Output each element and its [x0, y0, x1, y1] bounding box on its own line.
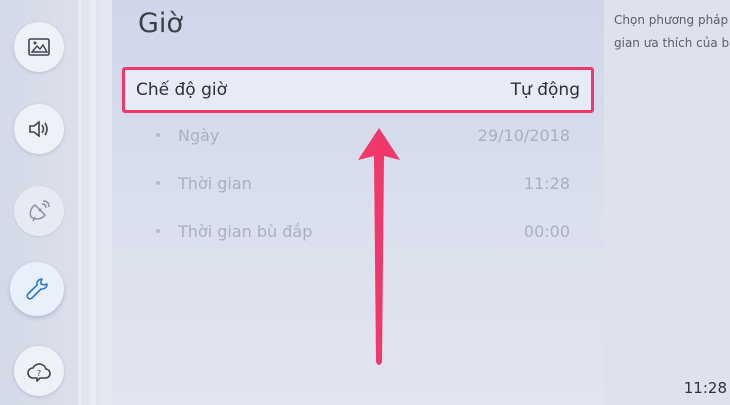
settings-rail: ?	[0, 0, 81, 405]
clock-mode-value: Tự động	[510, 80, 580, 100]
clock-mode-label: Chế độ giờ	[136, 80, 228, 100]
panel-shadow	[90, 0, 96, 405]
bullet-icon	[156, 133, 160, 137]
date-value: 29/10/2018	[477, 125, 570, 145]
wrench-icon	[26, 278, 48, 300]
help-text-line: gian ưa thích của bạ	[614, 36, 730, 50]
broadcast-button[interactable]	[14, 186, 64, 236]
help-text-line: Chọn phương pháp	[614, 13, 729, 27]
clock-mode-row[interactable]: Chế độ giờ Tự động	[122, 67, 594, 113]
page-title: Giờ	[138, 8, 183, 39]
picture-icon	[28, 38, 50, 56]
support-button[interactable]: ?	[14, 346, 64, 396]
up-arrow-icon	[358, 128, 400, 365]
time-value: 11:28	[523, 173, 570, 193]
rail-divider	[78, 0, 81, 405]
info-panel	[604, 0, 730, 405]
picture-button[interactable]	[14, 22, 64, 72]
help-cloud-icon: ?	[27, 363, 51, 382]
time-label: Thời gian	[178, 173, 252, 193]
time-offset-value: 00:00	[523, 221, 570, 241]
sound-icon	[29, 120, 48, 138]
system-clock: 11:28	[683, 379, 727, 397]
panel-shadow	[100, 0, 112, 405]
broadcast-icon	[29, 200, 50, 222]
bullet-icon	[156, 181, 160, 185]
time-offset-label: Thời gian bù đắp	[178, 221, 313, 241]
svg-text:?: ?	[37, 369, 41, 378]
general-settings-button[interactable]	[10, 262, 64, 316]
date-label: Ngày	[178, 125, 220, 145]
sound-button[interactable]	[14, 104, 64, 154]
help-text: Chọn phương pháp gian ưa thích của bạ	[614, 9, 730, 55]
bullet-icon	[156, 229, 160, 233]
